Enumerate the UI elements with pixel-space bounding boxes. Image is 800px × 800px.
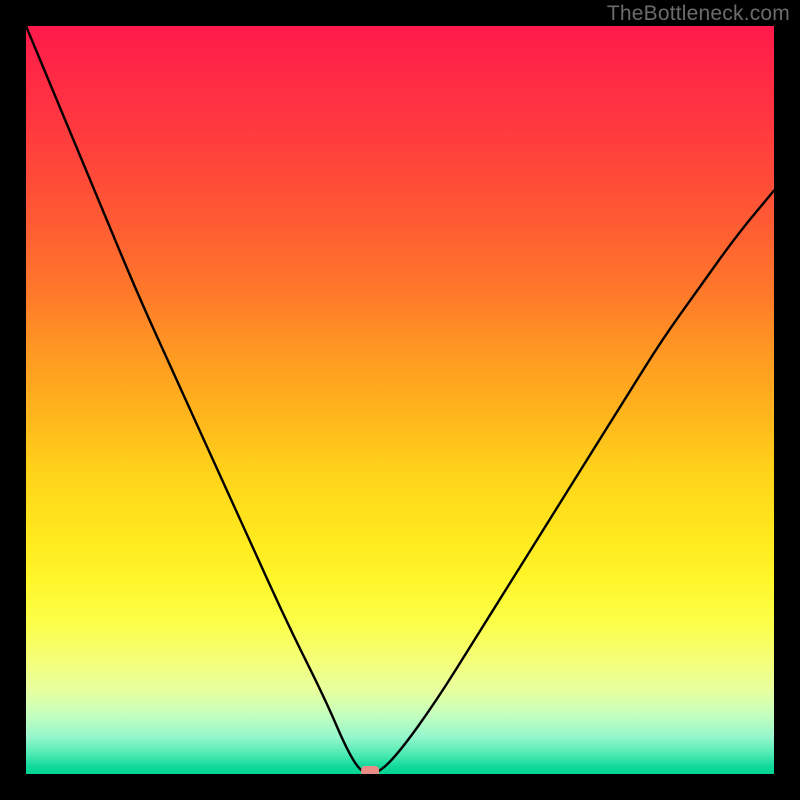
- chart-svg: [26, 26, 774, 774]
- watermark-text: TheBottleneck.com: [607, 2, 790, 26]
- bottleneck-curve: [26, 26, 774, 774]
- chart-frame: TheBottleneck.com: [0, 0, 800, 800]
- plot-area: [26, 26, 774, 774]
- minimum-marker: [361, 766, 379, 774]
